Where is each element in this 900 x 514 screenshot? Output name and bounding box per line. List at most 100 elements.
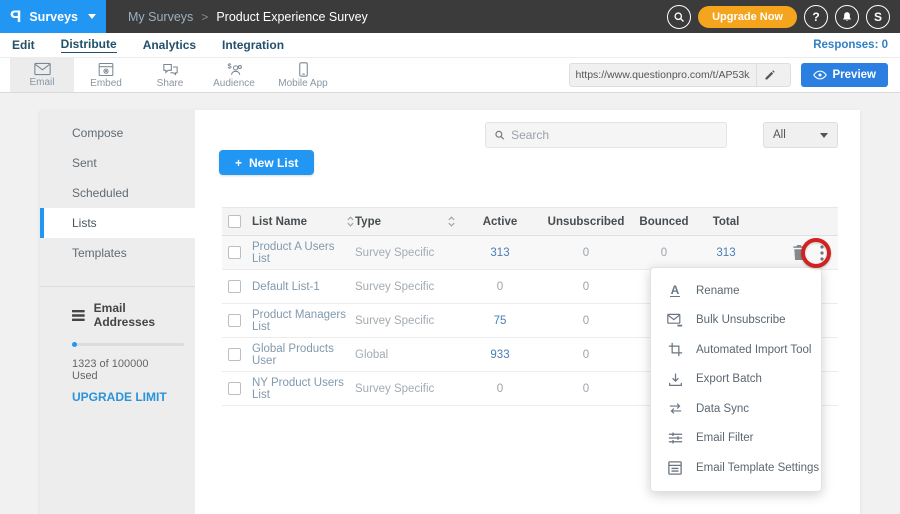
menu-item-bulk-unsubscribe[interactable]: Bulk Unsubscribe <box>651 306 821 336</box>
active-count[interactable]: 933 <box>460 349 540 361</box>
topbar-actions: Upgrade Now ? S <box>667 0 890 33</box>
row-checkbox[interactable] <box>228 246 241 259</box>
preview-button[interactable]: Preview <box>801 63 888 87</box>
email-sidebar: Compose Sent Scheduled Lists Templates E… <box>40 110 195 514</box>
lists-content: All + New List List Name Type Active Uns… <box>195 110 860 514</box>
tab-analytics[interactable]: Analytics <box>143 38 196 52</box>
edit-url-button[interactable] <box>756 64 784 86</box>
crop-import-icon <box>668 342 683 357</box>
responses-count: Responses: 0 <box>813 39 888 51</box>
questionpro-logo-icon: P <box>10 7 21 27</box>
row-menu-button[interactable] <box>820 245 824 261</box>
column-header-bounced: Bounced <box>632 216 696 228</box>
list-type: Survey Specific <box>355 281 434 293</box>
bounced-count[interactable]: 0 <box>632 247 696 259</box>
share-icon <box>162 62 179 77</box>
new-list-label: New List <box>249 156 298 170</box>
list-type: Survey Specific <box>355 315 434 327</box>
unsubscribed-count[interactable]: 0 <box>540 247 632 259</box>
list-name-link[interactable]: Product A Users List <box>252 241 355 265</box>
upgrade-now-button[interactable]: Upgrade Now <box>698 6 797 28</box>
unsubscribed-count[interactable]: 0 <box>540 281 632 293</box>
toolbar-item-label: Mobile App <box>278 78 327 89</box>
usage-progress-bar <box>72 343 184 346</box>
menu-item-label: Bulk Unsubscribe <box>696 314 785 326</box>
avatar-letter: S <box>874 10 882 24</box>
menu-item-export-batch[interactable]: Export Batch <box>651 365 821 395</box>
select-all-checkbox[interactable] <box>228 215 241 228</box>
unsubscribed-count[interactable]: 0 <box>540 383 632 395</box>
preview-label: Preview <box>833 69 876 81</box>
toolbar-item-mobile-app[interactable]: Mobile App <box>266 58 340 92</box>
menu-item-rename[interactable]: A Rename <box>651 276 821 306</box>
tab-integration[interactable]: Integration <box>222 38 284 52</box>
active-count[interactable]: 313 <box>460 247 540 259</box>
bulk-unsubscribe-icon <box>667 313 683 327</box>
list-search-box <box>485 122 727 148</box>
question-mark-icon: ? <box>812 10 819 24</box>
menu-item-label: Automated Import Tool <box>696 344 812 356</box>
unsubscribed-count[interactable]: 0 <box>540 349 632 361</box>
row-checkbox[interactable] <box>228 280 241 293</box>
toolbar-item-share[interactable]: Share <box>138 58 202 92</box>
list-name-link[interactable]: NY Product Users List <box>252 377 355 401</box>
upgrade-limit-link[interactable]: UPGRADE LIMIT <box>72 390 175 404</box>
svg-text:$: $ <box>227 62 231 71</box>
list-search-input[interactable] <box>511 128 718 142</box>
sort-icon[interactable] <box>346 216 355 227</box>
toolbar-item-embed[interactable]: Embed <box>74 58 138 92</box>
column-header-type[interactable]: Type <box>355 216 381 228</box>
active-count[interactable]: 0 <box>460 281 540 293</box>
menu-item-email-filter[interactable]: Email Filter <box>651 424 821 454</box>
survey-url-box <box>569 63 791 87</box>
delete-list-button[interactable] <box>792 245 806 260</box>
row-checkbox[interactable] <box>228 314 241 327</box>
toolbar-item-audience[interactable]: $ Audience <box>202 58 266 92</box>
toolbar-item-label: Audience <box>213 78 255 89</box>
sidebar-item-templates[interactable]: Templates <box>40 238 195 268</box>
total-count[interactable]: 313 <box>696 247 756 259</box>
toolbar-item-email[interactable]: Email <box>10 58 74 92</box>
user-avatar[interactable]: S <box>866 5 890 29</box>
download-icon <box>668 372 683 387</box>
sidebar-item-lists[interactable]: Lists <box>40 208 195 238</box>
tab-distribute[interactable]: Distribute <box>61 37 117 53</box>
menu-item-label: Email Filter <box>696 432 754 444</box>
sort-icon[interactable] <box>447 216 456 227</box>
menu-item-automated-import-tool[interactable]: Automated Import Tool <box>651 335 821 365</box>
template-icon <box>668 461 682 475</box>
menu-item-label: Email Template Settings <box>696 462 819 474</box>
list-icon <box>72 309 85 322</box>
page-title: Product Experience Survey <box>216 10 367 24</box>
email-addresses-panel: Email Addresses 1323 of 100000 Used UPGR… <box>40 287 195 404</box>
unsubscribed-count[interactable]: 0 <box>540 315 632 327</box>
sidebar-item-compose[interactable]: Compose <box>40 118 195 148</box>
survey-url-input[interactable] <box>570 69 756 81</box>
column-header-total: Total <box>696 216 756 228</box>
new-list-button[interactable]: + New List <box>219 150 314 175</box>
notifications-button[interactable] <box>835 5 859 29</box>
search-button[interactable] <box>667 5 691 29</box>
sidebar-item-scheduled[interactable]: Scheduled <box>40 178 195 208</box>
breadcrumb-my-surveys[interactable]: My Surveys <box>128 10 193 24</box>
menu-item-email-template-settings[interactable]: Email Template Settings <box>651 453 821 483</box>
active-count[interactable]: 0 <box>460 383 540 395</box>
list-filter-dropdown[interactable]: All <box>763 122 838 148</box>
distribute-toolbar: Email Embed Share $ Audience Mobile App … <box>0 58 900 93</box>
list-name-link[interactable]: Product Managers List <box>252 309 355 333</box>
list-name-link[interactable]: Global Products User <box>252 343 355 367</box>
table-header-row: List Name Type Active Unsubscribed Bounc… <box>222 207 838 236</box>
list-name-link[interactable]: Default List-1 <box>252 281 320 293</box>
menu-item-data-sync[interactable]: Data Sync <box>651 394 821 424</box>
sidebar-item-sent[interactable]: Sent <box>40 148 195 178</box>
help-button[interactable]: ? <box>804 5 828 29</box>
bell-icon <box>841 11 853 23</box>
tab-edit[interactable]: Edit <box>12 38 35 52</box>
column-header-list-name[interactable]: List Name <box>252 216 307 228</box>
active-count[interactable]: 75 <box>460 315 540 327</box>
row-checkbox[interactable] <box>228 348 241 361</box>
product-switcher[interactable]: P Surveys <box>0 0 106 33</box>
row-checkbox[interactable] <box>228 382 241 395</box>
column-header-active: Active <box>460 216 540 228</box>
top-app-bar: P Surveys My Surveys > Product Experienc… <box>0 0 900 33</box>
